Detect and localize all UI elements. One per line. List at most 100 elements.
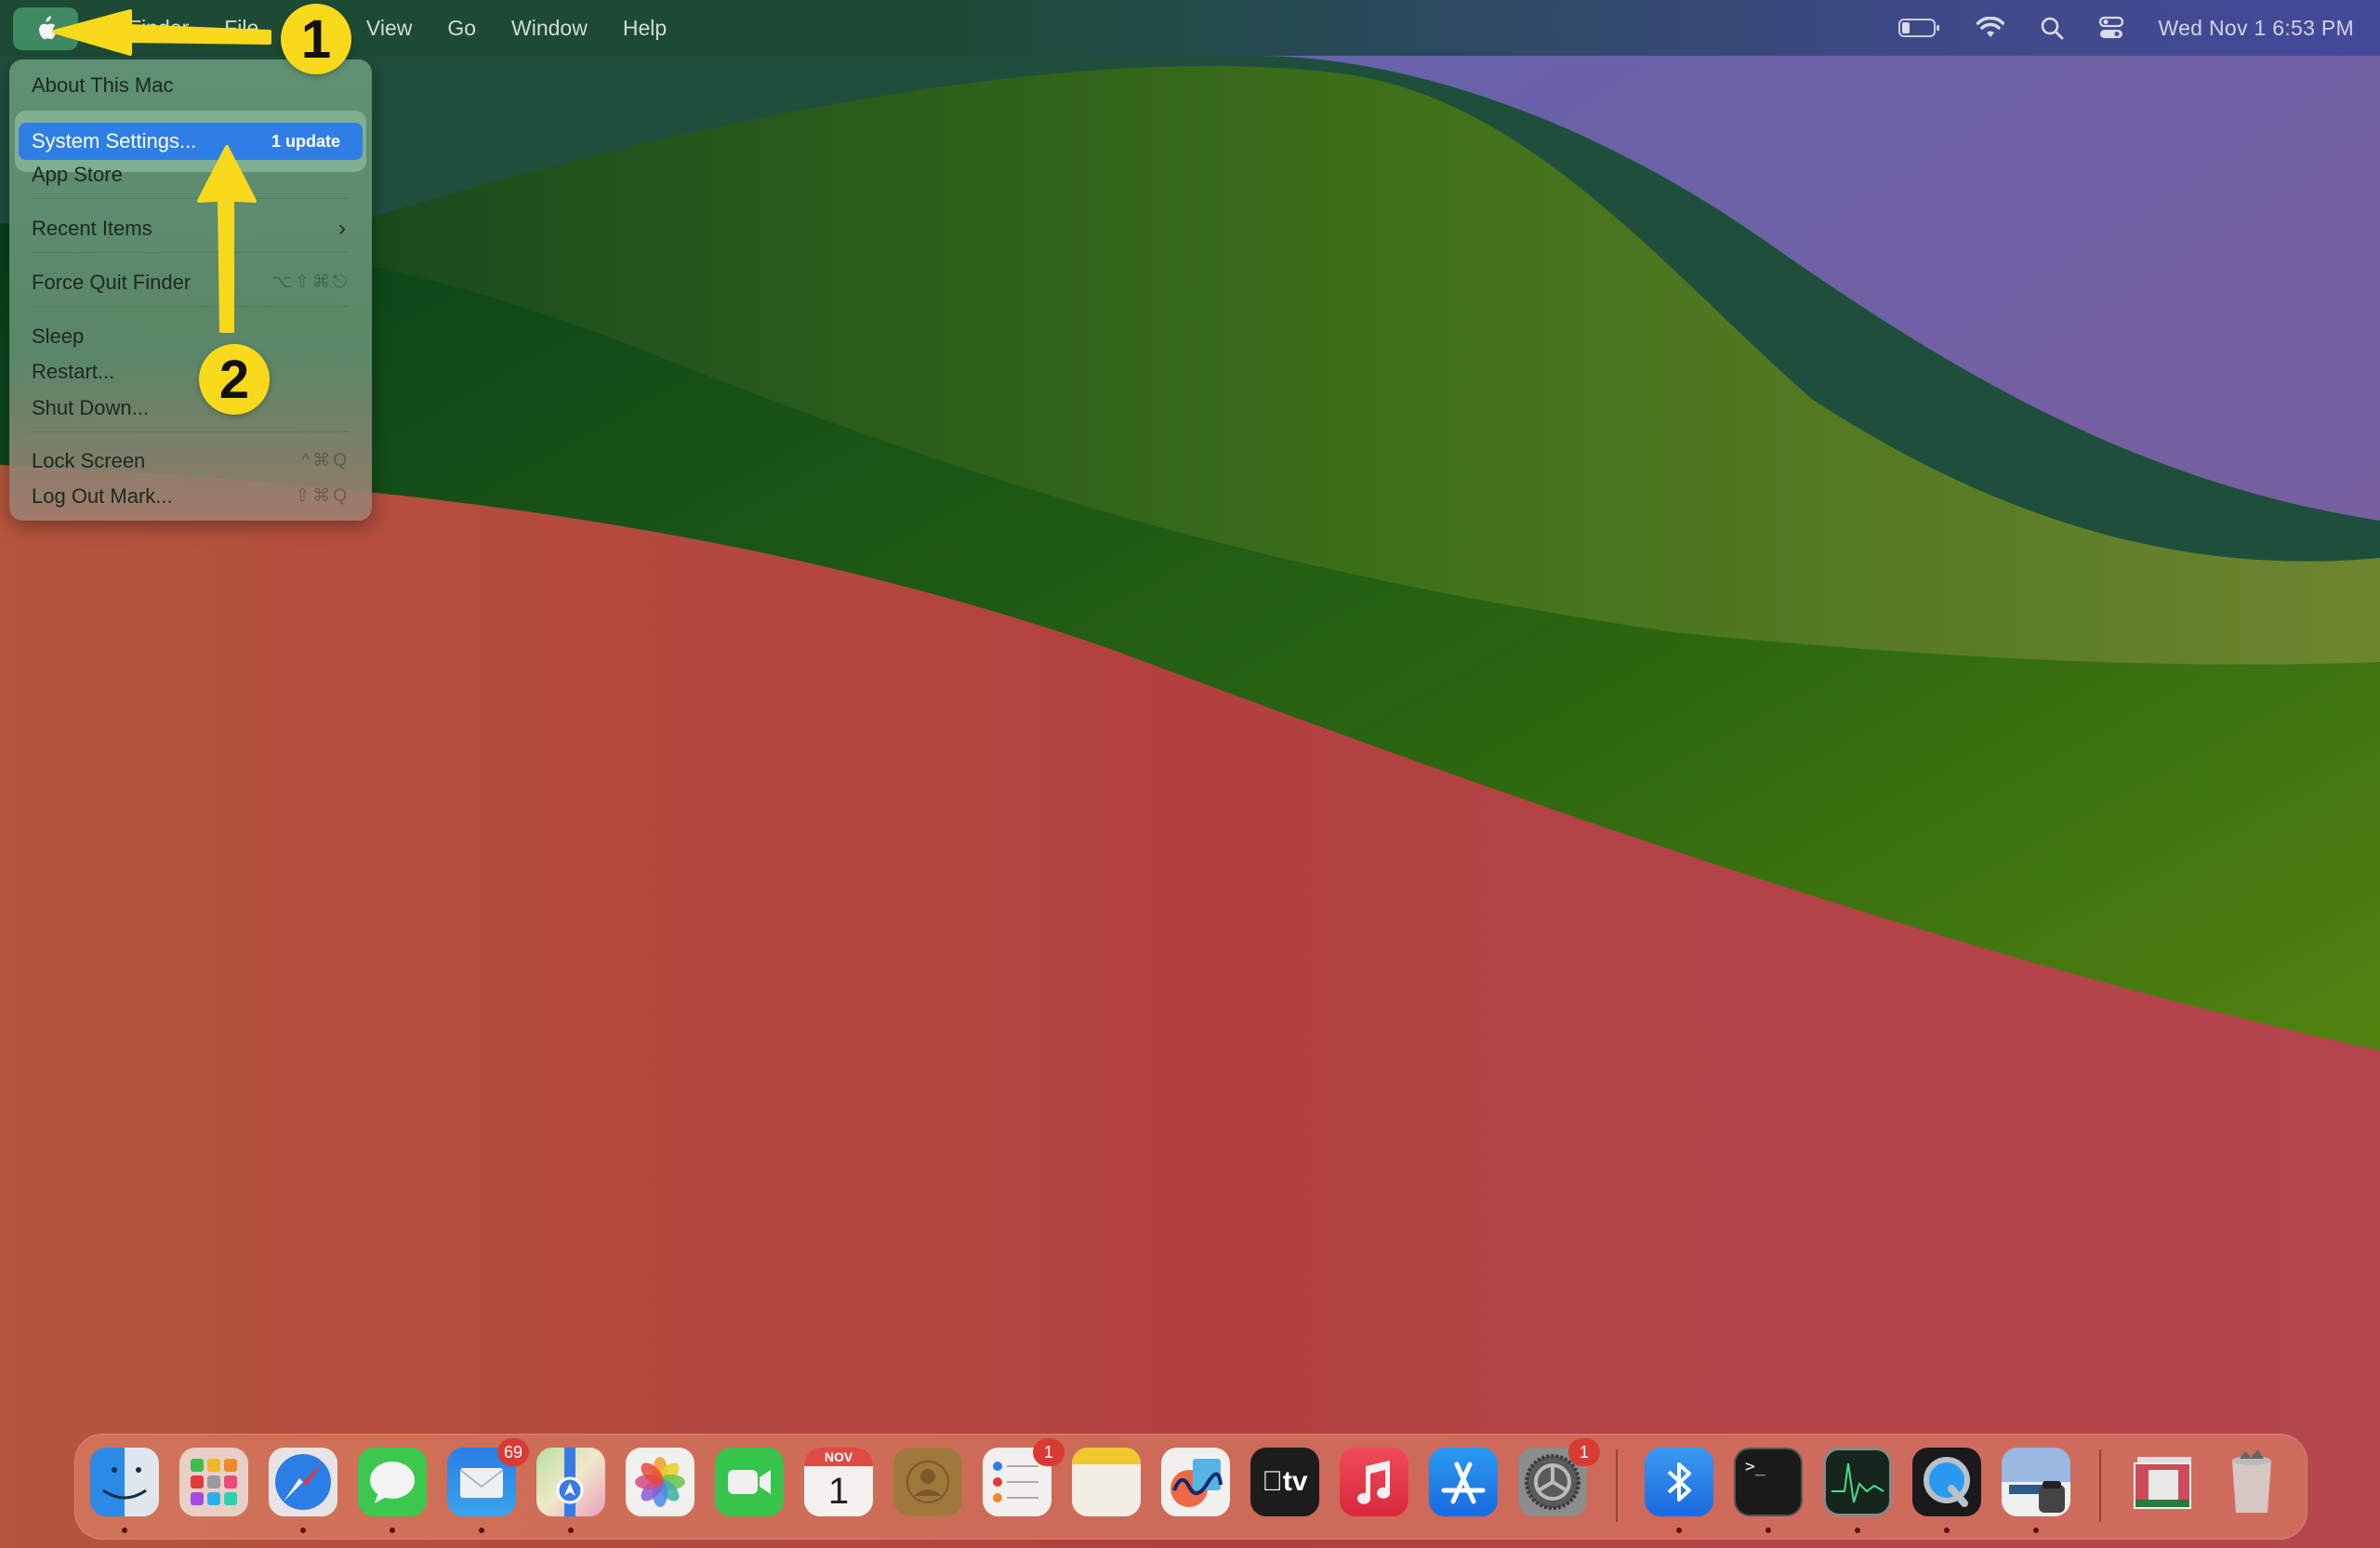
menu-item-sleep[interactable]: Sleep (32, 320, 350, 353)
apple-menu-button[interactable] (13, 7, 78, 50)
running-indicator-maps (568, 1528, 574, 1533)
menu-finder[interactable]: Finder (128, 16, 189, 41)
chevron-right-icon: › (338, 216, 346, 241)
running-indicator-messages (390, 1528, 395, 1533)
update-badge: 1 update (271, 132, 340, 151)
dock-facetime[interactable] (715, 1448, 784, 1516)
dock-reminders[interactable]: 1 (983, 1438, 1064, 1516)
running-indicator-quicktime (1944, 1528, 1950, 1533)
menu-file[interactable]: File (224, 16, 258, 41)
keyboard-shortcut: ⌥⇧⌘⎋ (271, 272, 350, 292)
menu-item-label: Restart... (32, 360, 115, 383)
dock-notes[interactable] (1072, 1448, 1141, 1516)
step-2-badge: 2 (199, 344, 270, 415)
dock-system-settings[interactable]: 1 (1518, 1438, 1600, 1516)
app-menus: Finder File Edit View Go Window Help (128, 0, 702, 56)
menu-item-label: Recent Items (32, 217, 152, 240)
menu-go[interactable]: Go (447, 16, 476, 41)
menu-separator (32, 306, 350, 307)
dock-freeform[interactable] (1161, 1448, 1230, 1516)
maps-icon (556, 1448, 584, 1516)
menu-bar: Finder File Edit View Go Window Help Wed… (0, 0, 2380, 56)
menu-separator (32, 252, 350, 253)
finder-icon (102, 1467, 147, 1500)
dock-contacts[interactable] (893, 1448, 962, 1516)
menu-item-system-settings[interactable]: System Settings... 1 update (19, 123, 363, 160)
dock-mail[interactable]: 69 (447, 1438, 529, 1516)
menu-item-label: App Store (32, 163, 123, 186)
running-indicator-safari (300, 1528, 306, 1533)
dock-safari[interactable] (269, 1448, 337, 1516)
menu-separator (32, 198, 350, 199)
menu-bar-clock[interactable]: Wed Nov 1 6:53 PM (2159, 16, 2355, 41)
menu-item-recent-items[interactable]: Recent Items › (32, 212, 350, 245)
mail-unread-badge: 69 (497, 1438, 529, 1466)
apple-menu-dropdown: About This Mac System Settings... 1 upda… (9, 60, 372, 521)
quicktime-icon (1924, 1457, 1970, 1507)
dock-launchpad[interactable] (179, 1448, 248, 1516)
battery-low-icon[interactable] (1897, 18, 1941, 38)
downloads-stack-icon (2134, 1457, 2191, 1509)
contacts-person-icon (906, 1461, 949, 1503)
menu-item-app-store[interactable]: App Store (32, 158, 350, 192)
menu-item-label: Force Quit Finder (32, 271, 192, 294)
menu-item-label: Log Out Mark... (32, 484, 173, 508)
dock-maps[interactable] (536, 1448, 605, 1516)
dock-photos[interactable] (626, 1448, 694, 1516)
apple-logo-icon (39, 16, 56, 40)
app-store-icon (1441, 1462, 1486, 1504)
dock-terminal[interactable]: >_ (1734, 1448, 1803, 1516)
calendar-month: NOV (804, 1448, 873, 1466)
trash-can-icon (2232, 1449, 2271, 1513)
menu-item-force-quit[interactable]: Force Quit Finder ⌥⇧⌘⎋ (32, 266, 350, 299)
menu-item-label: Sleep (32, 324, 85, 348)
menu-separator (32, 431, 350, 432)
dock-calendar[interactable]: NOV 1 (804, 1448, 873, 1516)
menu-item-log-out[interactable]: Log Out Mark... ⇧⌘Q (32, 480, 350, 513)
menu-item-shut-down[interactable]: Shut Down... (32, 391, 350, 425)
control-center-icon[interactable] (2098, 16, 2123, 40)
activity-monitor-graph-icon (1831, 1462, 1884, 1503)
running-indicator-finder (122, 1528, 127, 1533)
dock-activity-monitor[interactable] (1823, 1448, 1892, 1516)
terminal-prompt-icon: >_ (1745, 1457, 1765, 1476)
running-indicator-preview (2033, 1528, 2039, 1533)
safari-compass-icon (275, 1454, 331, 1510)
status-area: Wed Nov 1 6:53 PM (1897, 0, 2355, 56)
dock-separator (2099, 1449, 2101, 1522)
preview-icon (2009, 1481, 2065, 1513)
messages-bubble-icon (370, 1462, 415, 1503)
menu-view[interactable]: View (366, 16, 412, 41)
menu-help[interactable]: Help (623, 16, 667, 41)
spotlight-search-icon[interactable] (2040, 16, 2064, 40)
menu-item-restart[interactable]: Restart... (32, 355, 350, 389)
menu-item-about-this-mac[interactable]: About This Mac (32, 69, 350, 102)
dock: 69 NOV 1 1 tv 1 >_ (74, 1434, 2307, 1540)
menu-item-label: System Settings... (32, 129, 197, 152)
music-note-icon (1357, 1461, 1391, 1504)
step-1-badge: 1 (281, 4, 351, 74)
dock-bluetooth-file-exchange[interactable] (1645, 1448, 1713, 1516)
dock-finder[interactable] (90, 1448, 159, 1516)
dock-app-store[interactable] (1429, 1448, 1498, 1516)
dock-quicktime[interactable] (1912, 1448, 1981, 1516)
photos-flower-icon (635, 1457, 685, 1507)
dock-tv[interactable]: tv (1250, 1448, 1319, 1516)
system-settings-badge: 1 (1568, 1438, 1600, 1466)
keyboard-shortcut: ^⌘Q (301, 451, 350, 470)
dock-music[interactable] (1340, 1448, 1408, 1516)
menu-item-label: Lock Screen (32, 449, 146, 472)
running-indicator-activity-monitor (1855, 1528, 1860, 1533)
menu-window[interactable]: Window (511, 16, 588, 41)
dock-preview[interactable] (2002, 1448, 2070, 1516)
dock-trash[interactable] (2217, 1448, 2286, 1516)
running-indicator-terminal (1765, 1528, 1771, 1533)
dock-messages[interactable] (358, 1448, 427, 1516)
bluetooth-icon (1667, 1462, 1691, 1502)
menu-item-label: About This Mac (32, 73, 174, 97)
wifi-icon[interactable] (1976, 17, 2004, 39)
freeform-icon (1170, 1459, 1223, 1507)
dock-downloads-stack[interactable] (2128, 1448, 2197, 1516)
menu-item-lock-screen[interactable]: Lock Screen ^⌘Q (32, 444, 350, 478)
facetime-camera-icon (728, 1470, 771, 1494)
